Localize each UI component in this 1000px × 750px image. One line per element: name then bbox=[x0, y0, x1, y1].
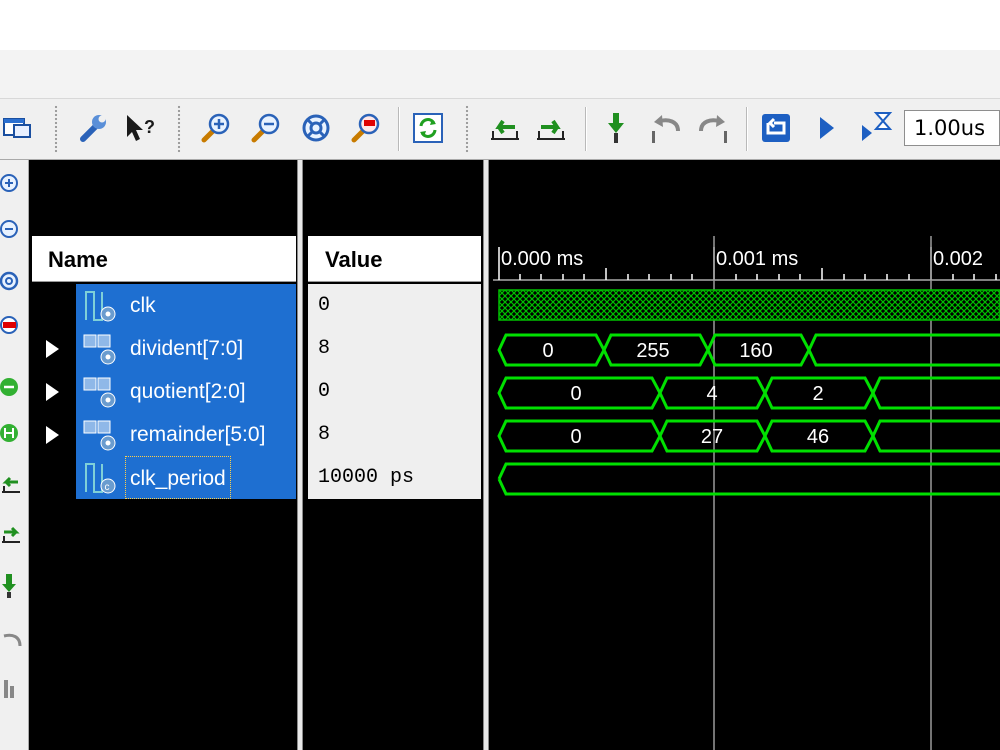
bus-value-label: 46 bbox=[807, 426, 829, 448]
value-column-header[interactable]: Value bbox=[308, 236, 481, 282]
swap-left-icon[interactable] bbox=[0, 470, 22, 496]
bus-value-label: 160 bbox=[739, 340, 772, 362]
name-column-header[interactable]: Name bbox=[32, 236, 296, 282]
swap-right-icon[interactable] bbox=[0, 520, 22, 546]
value-cell: 8 bbox=[308, 413, 481, 456]
signal-name: divident[7:0] bbox=[130, 337, 244, 360]
time-ruler: 0.000 ms 0.001 ms 0.002 bbox=[493, 247, 1000, 281]
bus-value-label: 2 bbox=[812, 383, 823, 405]
panel-splitter[interactable] bbox=[297, 160, 303, 750]
zoom-full-icon[interactable] bbox=[348, 109, 384, 147]
value-cell: 0 bbox=[308, 284, 481, 327]
bus-value-label: 255 bbox=[636, 340, 669, 362]
divident-waveform: 0 255 160 bbox=[497, 333, 1000, 367]
signal-row-clk[interactable]: clk bbox=[32, 284, 296, 327]
clk-period-waveform bbox=[497, 462, 1000, 496]
go-up-icon[interactable] bbox=[0, 374, 22, 400]
value-cell: 10000 ps bbox=[308, 456, 481, 499]
remove-icon[interactable] bbox=[0, 312, 22, 338]
signal-row-clk-period[interactable]: c clk_period bbox=[32, 456, 296, 499]
bus-value-label: 4 bbox=[706, 383, 717, 405]
signal-row-divident[interactable]: divident[7:0] bbox=[32, 327, 296, 370]
bus-value-label: 0 bbox=[542, 340, 553, 362]
bus-signal-icon bbox=[83, 420, 116, 451]
ruler-label: 0.002 bbox=[933, 248, 983, 270]
undo-icon[interactable] bbox=[648, 109, 684, 147]
prev-marker-icon[interactable] bbox=[487, 109, 523, 147]
main-toolbar: ? 1.00us bbox=[0, 99, 1000, 160]
signal-name: remainder[5:0] bbox=[130, 423, 266, 446]
expand-arrow-icon[interactable] bbox=[46, 340, 59, 358]
tool-icon[interactable] bbox=[0, 676, 22, 702]
signal-name: quotient[2:0] bbox=[130, 380, 246, 403]
remainder-waveform: 0 27 46 bbox=[497, 419, 1000, 453]
bus-signal-icon bbox=[83, 377, 116, 408]
waveform-viewer[interactable]: 0.000 ms 0.001 ms 0.002 0 255 160 0 4 2 … bbox=[493, 236, 1000, 750]
redo-icon[interactable] bbox=[695, 109, 731, 147]
bus-value-label: 0 bbox=[570, 426, 581, 448]
bus-value-label: 0 bbox=[570, 383, 581, 405]
undo-icon[interactable] bbox=[0, 626, 22, 652]
name-panel: Name clk divident[7:0] quotient[2:0] rem… bbox=[32, 236, 296, 750]
ruler-label: 0.001 ms bbox=[716, 248, 798, 270]
bus-signal-icon bbox=[83, 334, 116, 365]
zoom-in-icon[interactable] bbox=[0, 170, 22, 196]
zoom-in-icon[interactable] bbox=[198, 109, 234, 147]
wrench-icon[interactable] bbox=[75, 109, 111, 147]
expand-arrow-icon[interactable] bbox=[46, 383, 59, 401]
menu-bar bbox=[0, 50, 1000, 99]
svg-text:?: ? bbox=[144, 117, 155, 137]
bus-value-label: 27 bbox=[701, 426, 723, 448]
add-marker-icon[interactable] bbox=[598, 109, 634, 147]
ruler-label: 0.000 ms bbox=[501, 248, 583, 270]
panel-splitter[interactable] bbox=[483, 160, 489, 750]
restart-icon[interactable] bbox=[758, 109, 794, 147]
run-time-input[interactable]: 1.00us bbox=[904, 110, 1000, 146]
next-marker-icon[interactable] bbox=[533, 109, 569, 147]
zoom-fit-icon[interactable] bbox=[298, 109, 334, 147]
svg-text:c: c bbox=[105, 482, 110, 493]
signal-row-quotient[interactable]: quotient[2:0] bbox=[32, 370, 296, 413]
cursor-icon[interactable] bbox=[0, 572, 22, 598]
run-icon[interactable] bbox=[808, 109, 844, 147]
help-pointer-icon[interactable]: ? bbox=[122, 109, 158, 147]
expand-arrow-icon[interactable] bbox=[46, 426, 59, 444]
left-toolbar bbox=[0, 160, 29, 750]
clk-waveform bbox=[498, 289, 1000, 321]
logic-signal-icon bbox=[85, 291, 116, 322]
zoom-fit-icon[interactable] bbox=[0, 268, 22, 294]
value-cell: 8 bbox=[308, 327, 481, 370]
window-icon[interactable] bbox=[0, 109, 36, 147]
value-cell: 0 bbox=[308, 370, 481, 413]
zoom-out-icon[interactable] bbox=[248, 109, 284, 147]
value-panel: Value 0 8 0 8 10000 ps bbox=[308, 236, 481, 750]
signal-row-remainder[interactable]: remainder[5:0] bbox=[32, 413, 296, 456]
signal-name: clk bbox=[130, 294, 156, 317]
quotient-waveform: 0 4 2 bbox=[497, 376, 1000, 410]
signal-name: clk_period bbox=[125, 456, 231, 499]
window-top bbox=[0, 0, 1000, 50]
go-down-icon[interactable] bbox=[0, 420, 22, 446]
run-for-time-icon[interactable] bbox=[858, 109, 894, 147]
refresh-icon[interactable] bbox=[410, 109, 446, 147]
constant-signal-icon: c bbox=[85, 463, 116, 494]
zoom-out-icon[interactable] bbox=[0, 216, 22, 242]
